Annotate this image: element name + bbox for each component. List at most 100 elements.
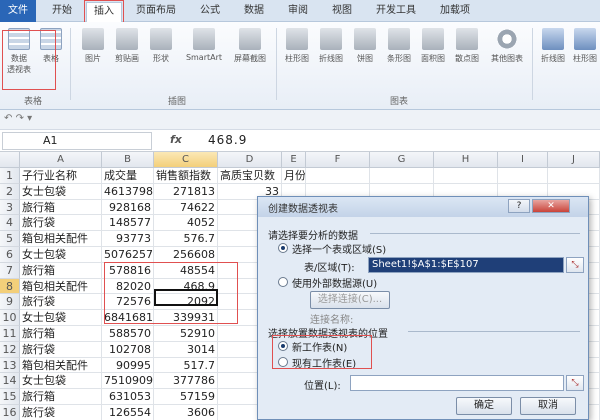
sheet-cell[interactable]: 销售额指数 (154, 168, 218, 184)
smartart-button[interactable]: SmartArt (184, 28, 224, 62)
tab-page-layout[interactable]: 页面布局 (128, 2, 184, 22)
empty-cell[interactable] (434, 168, 498, 184)
formula-input[interactable]: 468.9 (208, 133, 247, 147)
sheet-cell[interactable]: 高质宝贝数 (218, 168, 282, 184)
sheet-cell[interactable]: 月份 (282, 168, 306, 184)
cancel-button[interactable]: 取消 (520, 397, 576, 415)
picture-button[interactable]: 图片 (78, 28, 108, 64)
scatter-chart-button[interactable]: 散点图 (452, 28, 482, 64)
sheet-cell[interactable]: 126554 (102, 405, 154, 420)
sheet-cell[interactable]: 箱包相关配件 (20, 231, 102, 247)
row-header[interactable]: 11 (0, 326, 20, 342)
sheet-cell[interactable]: 旅行袋 (20, 405, 102, 420)
sheet-cell[interactable]: 271813 (154, 183, 218, 200)
row-header[interactable]: 7 (0, 262, 20, 279)
sheet-cell[interactable]: 旅行箱 (20, 199, 102, 216)
row-header[interactable]: 13 (0, 357, 20, 374)
sparkline-column-button[interactable]: 柱形图 (570, 28, 600, 64)
row-header[interactable]: 4 (0, 215, 20, 232)
tab-file[interactable]: 文件 (0, 0, 36, 22)
ok-button[interactable]: 确定 (456, 397, 512, 415)
col-header-j[interactable]: J (548, 152, 600, 168)
pie-chart-button[interactable]: 饼图 (350, 28, 380, 64)
sheet-cell[interactable]: 旅行袋 (20, 215, 102, 232)
sheet-cell[interactable]: 女士包袋 (20, 183, 102, 200)
sheet-cell[interactable]: 女士包袋 (20, 373, 102, 390)
row-header[interactable]: 14 (0, 373, 20, 390)
sheet-cell[interactable]: 5076257 (102, 247, 154, 263)
name-box[interactable]: A1 (2, 132, 152, 150)
tab-home[interactable]: 开始 (44, 2, 80, 22)
sheet-cell[interactable]: 102708 (102, 341, 154, 358)
empty-cell[interactable] (498, 168, 548, 184)
other-chart-button[interactable]: 其他图表 (490, 28, 524, 64)
sheet-cell[interactable]: 旅行箱 (20, 262, 102, 279)
sheet-cell[interactable]: 4052 (154, 215, 218, 232)
row-header[interactable]: 8 (0, 278, 20, 295)
bar-chart-button[interactable]: 条形图 (384, 28, 414, 64)
sheet-cell[interactable]: 90995 (102, 357, 154, 374)
sheet-cell[interactable]: 4613798 (102, 183, 154, 200)
row-header[interactable]: 1 (0, 168, 20, 184)
row-header[interactable]: 2 (0, 183, 20, 200)
col-header-d[interactable]: D (218, 152, 282, 168)
col-header-b[interactable]: B (102, 152, 154, 168)
col-header-e[interactable]: E (282, 152, 306, 168)
sparkline-line-button[interactable]: 折线图 (538, 28, 568, 64)
row-header[interactable]: 12 (0, 341, 20, 358)
redo-icon[interactable]: ↷ (16, 113, 24, 124)
tab-review[interactable]: 审阅 (280, 2, 316, 22)
col-header-c[interactable]: C (154, 152, 218, 168)
sheet-cell[interactable]: 74622 (154, 199, 218, 216)
sheet-cell[interactable]: 57159 (154, 389, 218, 405)
sheet-cell[interactable]: 928168 (102, 199, 154, 216)
empty-cell[interactable] (370, 168, 434, 184)
sheet-cell[interactable]: 箱包相关配件 (20, 278, 102, 295)
sheet-cell[interactable]: 256608 (154, 247, 218, 263)
row-header[interactable]: 6 (0, 247, 20, 263)
tab-formulas[interactable]: 公式 (192, 2, 228, 22)
empty-cell[interactable] (548, 168, 600, 184)
sheet-cell[interactable]: 旅行袋 (20, 294, 102, 311)
col-header-f[interactable]: F (306, 152, 370, 168)
clipart-button[interactable]: 剪贴画 (112, 28, 142, 64)
sheet-cell[interactable]: 女士包袋 (20, 310, 102, 326)
sheet-cell[interactable]: 箱包相关配件 (20, 357, 102, 374)
radio-external-source[interactable] (278, 277, 288, 287)
tab-data[interactable]: 数据 (236, 2, 272, 22)
col-header-a[interactable]: A (20, 152, 102, 168)
tab-view[interactable]: 视图 (324, 2, 360, 22)
empty-cell[interactable] (306, 168, 370, 184)
sheet-cell[interactable]: 631053 (102, 389, 154, 405)
fx-icon[interactable]: fx (170, 133, 182, 146)
screenshot-button[interactable]: 屏幕截图 (230, 28, 270, 64)
sheet-cell[interactable]: 517.7 (154, 357, 218, 374)
radio-select-range[interactable] (278, 243, 288, 253)
select-all-corner[interactable] (0, 152, 20, 168)
close-button[interactable]: ✕ (532, 199, 570, 213)
sheet-cell[interactable]: 93773 (102, 231, 154, 247)
column-chart-button[interactable]: 柱形图 (282, 28, 312, 64)
sheet-cell[interactable]: 576.7 (154, 231, 218, 247)
shapes-button[interactable]: 形状 (146, 28, 176, 64)
sheet-cell[interactable]: 女士包袋 (20, 247, 102, 263)
location-input[interactable] (350, 375, 564, 391)
sheet-cell[interactable]: 成交量 (102, 168, 154, 184)
row-header[interactable]: 9 (0, 294, 20, 311)
location-picker-icon[interactable]: ⤡ (566, 375, 584, 391)
line-chart-button[interactable]: 折线图 (316, 28, 346, 64)
choose-connection-button[interactable]: 选择连接(C)... (310, 291, 390, 309)
row-header[interactable]: 10 (0, 310, 20, 326)
sheet-cell[interactable]: 52910 (154, 326, 218, 342)
sheet-cell[interactable]: 377786 (154, 373, 218, 390)
qat-dropdown-icon[interactable]: ▾ (27, 113, 32, 124)
sheet-cell[interactable]: 588570 (102, 326, 154, 342)
row-header[interactable]: 3 (0, 199, 20, 216)
undo-icon[interactable]: ↶ (4, 113, 12, 124)
sheet-cell[interactable]: 旅行袋 (20, 341, 102, 358)
row-header[interactable]: 5 (0, 231, 20, 247)
tab-addins[interactable]: 加载项 (432, 2, 478, 22)
sheet-cell[interactable]: 旅行箱 (20, 389, 102, 405)
col-header-i[interactable]: I (498, 152, 548, 168)
sheet-cell[interactable]: 7510909 (102, 373, 154, 390)
